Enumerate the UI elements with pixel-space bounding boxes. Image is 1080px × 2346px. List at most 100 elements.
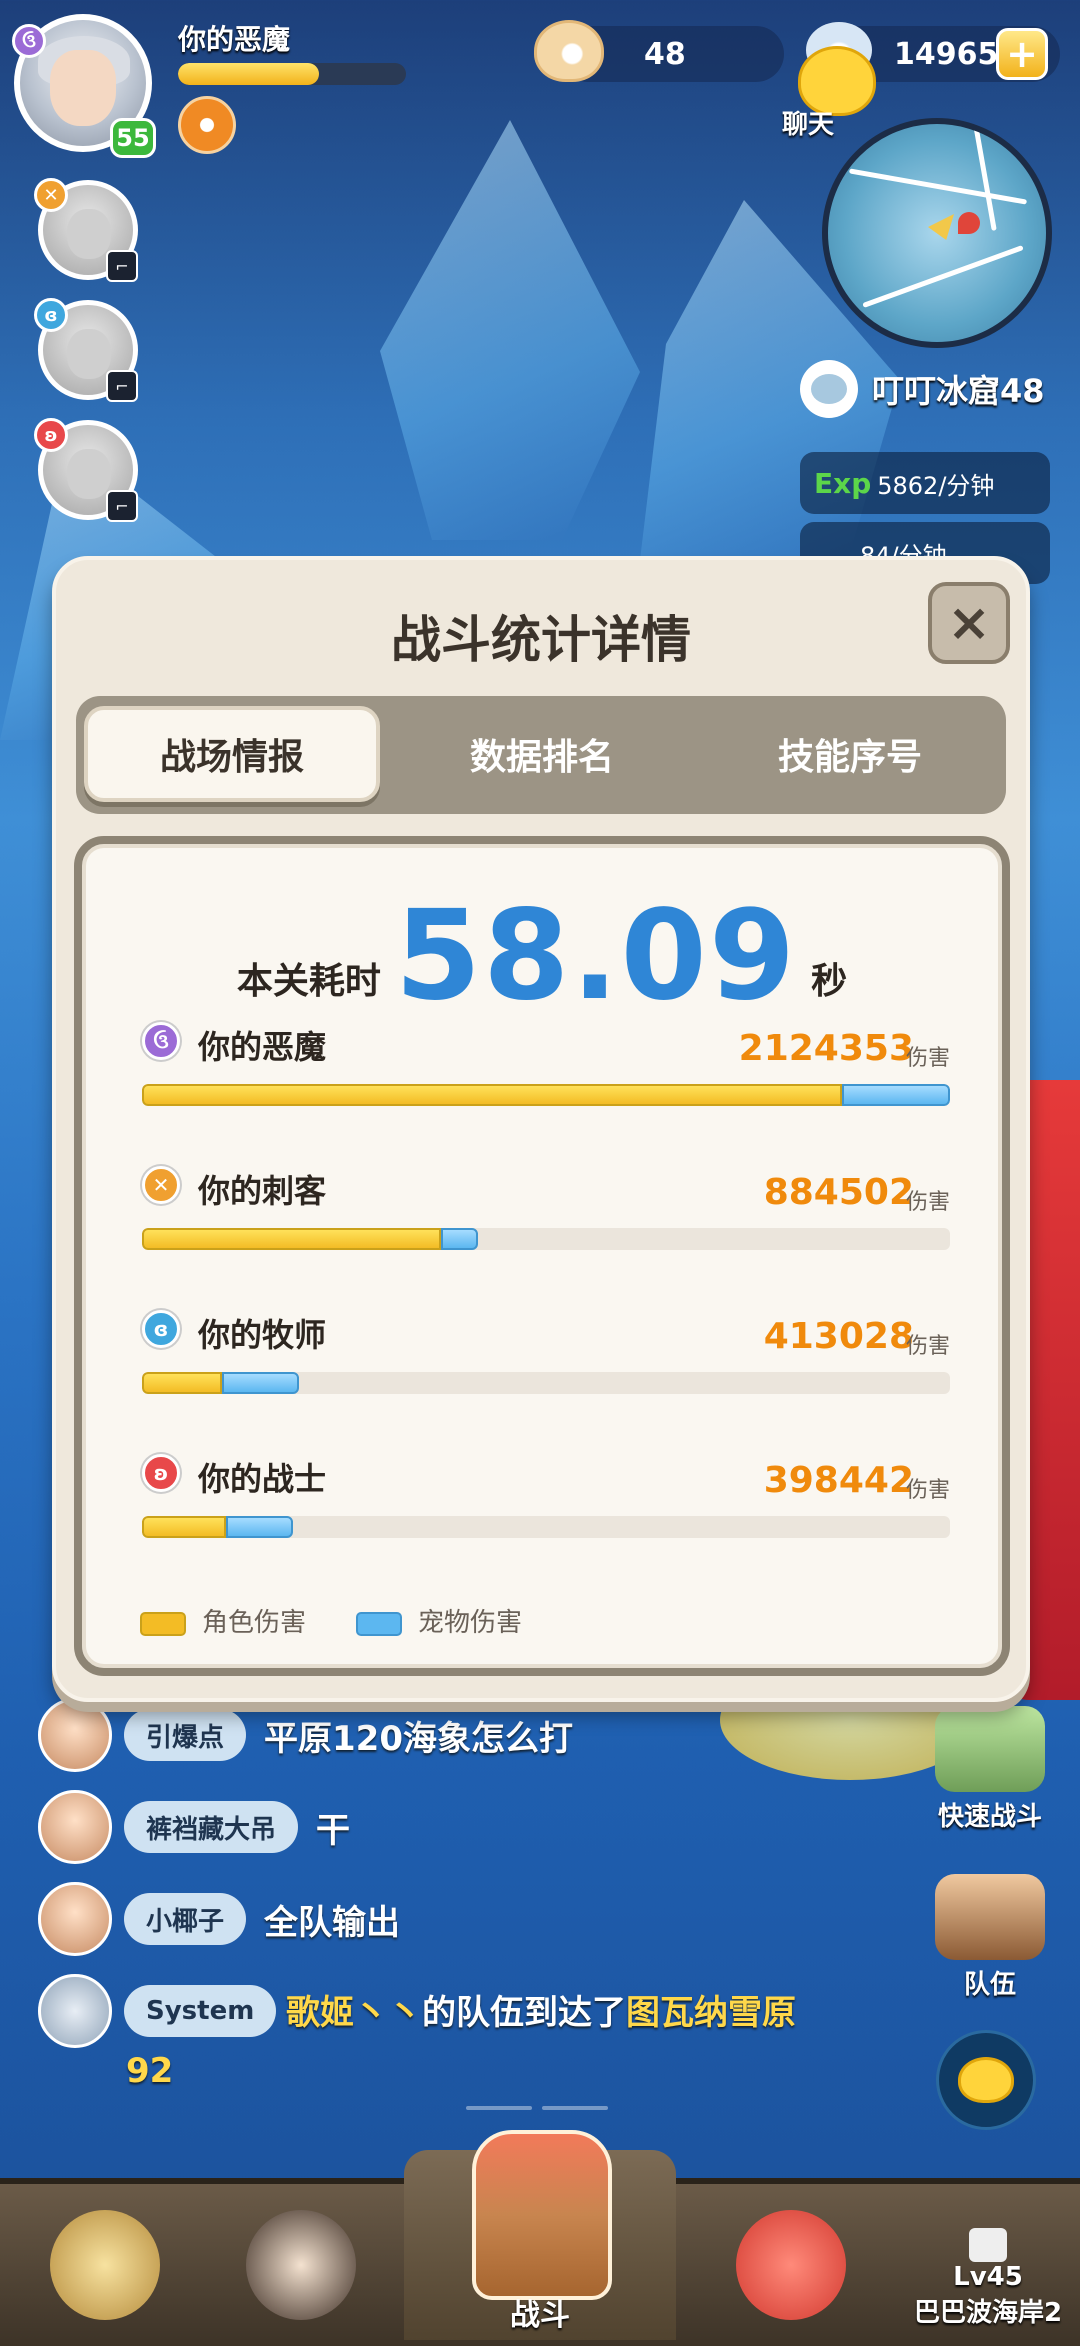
pet-damage-segment <box>221 1372 299 1394</box>
chat-text: 全队输出 <box>264 1902 401 1943</box>
nav-battle[interactable]: 战斗 <box>404 2130 676 2340</box>
nav-battle-label: 战斗 <box>510 2298 570 2333</box>
nav-character-1[interactable] <box>30 2190 180 2340</box>
chat-avatar[interactable] <box>38 1698 112 1772</box>
system-msg-team[interactable]: 歌姬丶丶 <box>286 1993 422 2033</box>
damage-unit: 伤害 <box>905 1046 950 1071</box>
damage-value: 884502 <box>763 1172 914 1213</box>
legend: 角色伤害 宠物伤害 <box>140 1602 522 1639</box>
page-indicator <box>466 2106 532 2110</box>
assassin-class-icon: ✕ <box>142 1166 180 1204</box>
pearl-count: 48 <box>644 36 686 72</box>
buff-icon[interactable] <box>178 96 236 154</box>
coin-count: 14965 <box>894 36 999 72</box>
level-badge: 55 <box>110 118 156 158</box>
team-label: 队伍 <box>963 1970 1016 2000</box>
minimap[interactable] <box>822 118 1052 348</box>
priest-class-icon: ɞ <box>34 298 68 332</box>
location-row: 叮叮冰窟48 <box>800 360 1045 418</box>
team-button[interactable]: 队伍 <box>928 1874 1052 2001</box>
warrior-class-icon: ʚ <box>34 418 68 452</box>
chat-bubble-icon <box>958 2057 1014 2103</box>
exp-rate: Exp 5862/分钟 <box>800 452 1050 514</box>
damage-row-demon: ઉ 你的恶魔 2124353 伤害 <box>142 1022 950 1132</box>
system-avatar <box>38 1974 112 2048</box>
battle-stats-dialog: 战斗统计详情 × 战场情报 数据排名 技能序号 本关耗时 58.09 秒 ઉ 你… <box>52 556 1030 1702</box>
chat-message-row: 裤裆藏大吊 干 <box>38 1790 350 1864</box>
player-hp-bar <box>178 63 406 85</box>
ice-crystal-decoration <box>380 120 640 540</box>
nav-pet[interactable] <box>716 2190 866 2340</box>
pet-damage-segment <box>440 1228 479 1250</box>
character-damage-segment <box>142 1084 842 1106</box>
chat-text: 平原120海象怎么打 <box>264 1718 573 1759</box>
quick-battle-button[interactable]: 快速战斗 <box>928 1706 1052 1833</box>
tab-skill-order[interactable]: 技能序号 <box>702 706 998 802</box>
chat-text: 干 <box>316 1810 351 1851</box>
clear-time-value: 58.09 <box>394 884 798 1028</box>
damage-unit: 伤害 <box>905 1478 950 1503</box>
chat-open-button[interactable] <box>936 2030 1036 2130</box>
damage-row-warrior: ʚ 你的战士 398442 伤害 <box>142 1454 950 1564</box>
damage-row-name: 你的战士 <box>198 1460 327 1498</box>
system-message-text: 歌姬丶丶的队伍到达了图瓦纳雪原92 <box>126 1984 826 2100</box>
damage-row-name: 你的恶魔 <box>198 1028 327 1066</box>
character-damage-segment <box>142 1228 441 1250</box>
character-damage-segment <box>142 1516 227 1538</box>
damage-unit: 伤害 <box>905 1190 950 1215</box>
chat-avatar[interactable] <box>38 1790 112 1864</box>
exp-prefix: Exp <box>814 466 872 500</box>
legend-character-swatch <box>140 1611 186 1636</box>
team-icon <box>935 1874 1045 1960</box>
damage-value: 2124353 <box>738 1028 914 1069</box>
chat-sender[interactable]: 小椰子 <box>124 1893 247 1945</box>
damage-bar <box>142 1228 950 1250</box>
summon-icon: ⌐ <box>106 250 138 282</box>
chat-sender[interactable]: 引爆点 <box>124 1709 247 1761</box>
priest-class-icon: ɞ <box>142 1310 180 1348</box>
clear-time-unit: 秒 <box>811 961 848 1002</box>
tab-data-ranking[interactable]: 数据排名 <box>394 706 690 802</box>
damage-value: 398442 <box>763 1460 914 1501</box>
shell-icon <box>800 360 858 418</box>
nav-locked-area[interactable]: Lv45 巴巴波海岸2 <box>896 2168 1080 2340</box>
damage-row-name: 你的刺客 <box>198 1172 327 1210</box>
summon-icon: ⌐ <box>106 490 138 522</box>
pet-damage-segment <box>841 1084 950 1106</box>
damage-row-assassin: ✕ 你的刺客 884502 伤害 <box>142 1166 950 1276</box>
character-damage-segment <box>142 1372 222 1394</box>
damage-unit: 伤害 <box>905 1334 950 1359</box>
tab-battlefield-info[interactable]: 战场情报 <box>84 706 380 802</box>
demon-class-icon: ઉ <box>12 24 46 58</box>
quick-battle-icon <box>935 1706 1045 1792</box>
map-pin-icon <box>958 212 980 234</box>
damage-row-priest: ɞ 你的牧师 413028 伤害 <box>142 1310 950 1420</box>
assassin-class-icon: ✕ <box>34 178 68 212</box>
add-currency-button[interactable]: + <box>996 28 1048 80</box>
chat-label[interactable]: 聊天 <box>782 104 834 141</box>
damage-row-name: 你的牧师 <box>198 1316 327 1354</box>
quick-battle-label: 快速战斗 <box>937 1802 1042 1832</box>
legend-character: 角色伤害 <box>140 1602 306 1639</box>
stats-panel: 本关耗时 58.09 秒 ઉ 你的恶魔 2124353 伤害 ✕ 你的刺客 88… <box>74 836 1010 1676</box>
system-msg-text: 到达了 <box>524 1993 626 2033</box>
damage-bar <box>142 1516 950 1538</box>
damage-bar <box>142 1372 950 1394</box>
clear-time-label: 本关耗时 <box>236 961 381 1002</box>
pet-damage-segment <box>226 1516 294 1538</box>
locked-area-name: 巴巴波海岸2 <box>913 2298 1063 2328</box>
chat-message-row: 小椰子 全队输出 <box>38 1882 400 1956</box>
close-button[interactable]: × <box>928 582 1010 664</box>
nav-character-2[interactable] <box>226 2190 376 2340</box>
chat-avatar[interactable] <box>38 1882 112 1956</box>
legend-character-label: 角色伤害 <box>202 1608 307 1638</box>
system-msg-text: 的队伍 <box>422 1993 524 2033</box>
chat-sender[interactable]: 裤裆藏大吊 <box>124 1801 299 1853</box>
exp-rate-value: 5862/分钟 <box>877 471 995 500</box>
clear-time: 本关耗时 58.09 秒 <box>82 894 1002 1018</box>
player-marker-icon <box>928 214 954 240</box>
legend-pet: 宠物伤害 <box>356 1602 522 1639</box>
player-name: 你的恶魔 <box>178 23 291 56</box>
chat-message-row: 引爆点 平原120海象怎么打 <box>38 1698 573 1772</box>
lock-icon <box>969 2228 1007 2262</box>
